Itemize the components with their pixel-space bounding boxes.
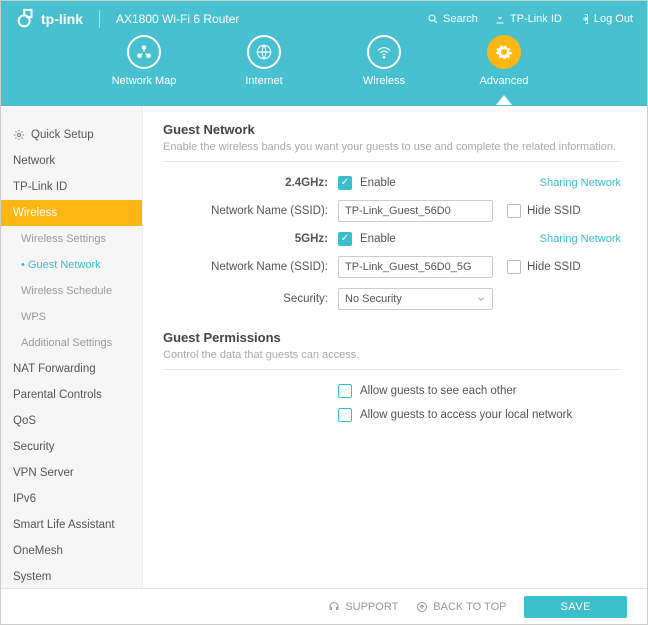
logout-label: Log Out xyxy=(594,13,633,25)
section-title-guest-network: Guest Network xyxy=(163,122,621,137)
select-security[interactable]: No Security xyxy=(338,288,493,310)
tab-advanced[interactable]: Advanced xyxy=(469,35,539,87)
sidebar: Quick Setup Network TP-Link ID Wireless … xyxy=(1,106,143,588)
sidebar-item-vpn[interactable]: VPN Server xyxy=(1,460,142,486)
checkbox-enable-5ghz[interactable] xyxy=(338,232,352,246)
sidebar-sub-wps[interactable]: WPS xyxy=(1,304,142,330)
tab-label: Internet xyxy=(245,75,282,87)
sidebar-label: Quick Setup xyxy=(31,129,94,141)
section-desc-permissions: Control the data that guests can access. xyxy=(163,349,621,370)
label-24ghz: 2.4GHz: xyxy=(163,177,338,189)
chevron-down-icon xyxy=(476,294,486,304)
enable-label: Enable xyxy=(360,177,396,189)
input-ssid-24ghz[interactable] xyxy=(338,200,493,222)
tab-network-map[interactable]: Network Map xyxy=(109,35,179,87)
support-link[interactable]: SUPPORT xyxy=(328,601,398,613)
arrow-up-icon xyxy=(416,601,428,613)
support-label: SUPPORT xyxy=(345,601,398,613)
label-access-local: Allow guests to access your local networ… xyxy=(360,409,572,421)
link-sharing-24ghz[interactable]: Sharing Network xyxy=(540,177,621,189)
sidebar-sub-wireless-schedule[interactable]: Wireless Schedule xyxy=(1,278,142,304)
model-name: AX1800 Wi-Fi 6 Router xyxy=(116,12,239,26)
header-top: tp-link AX1800 Wi-Fi 6 Router Search TP-… xyxy=(1,1,647,31)
brand: tp-link AX1800 Wi-Fi 6 Router xyxy=(15,8,239,30)
checkbox-hide-ssid-24ghz[interactable] xyxy=(507,204,521,218)
search-icon xyxy=(427,13,439,25)
sidebar-sub-additional[interactable]: Additional Settings xyxy=(1,330,142,356)
sidebar-item-nat[interactable]: NAT Forwarding xyxy=(1,356,142,382)
tplink-id-label: TP-Link ID xyxy=(510,13,562,25)
checkbox-see-each-other[interactable] xyxy=(338,384,352,398)
brand-logo: tp-link xyxy=(15,8,83,30)
section-title-permissions: Guest Permissions xyxy=(163,330,621,345)
label-5ghz: 5GHz: xyxy=(163,233,338,245)
enable-label-5: Enable xyxy=(360,233,396,245)
content: Guest Network Enable the wireless bands … xyxy=(143,106,647,588)
checkbox-enable-24ghz[interactable] xyxy=(338,176,352,190)
back-to-top-label: BACK TO TOP xyxy=(433,601,506,613)
gear-small-icon xyxy=(13,129,25,141)
tab-label: Network Map xyxy=(112,75,177,87)
checkbox-access-local[interactable] xyxy=(338,408,352,422)
input-ssid-5ghz[interactable] xyxy=(338,256,493,278)
sidebar-item-system[interactable]: System xyxy=(1,564,142,588)
brand-separator xyxy=(99,10,100,28)
row-24ghz: 2.4GHz: Enable Sharing Network xyxy=(163,176,621,190)
sidebar-item-security[interactable]: Security xyxy=(1,434,142,460)
body: Quick Setup Network TP-Link ID Wireless … xyxy=(1,106,647,588)
tab-wireless[interactable]: Wireless xyxy=(349,35,419,87)
back-to-top-link[interactable]: BACK TO TOP xyxy=(416,601,506,613)
logout-icon xyxy=(578,13,590,25)
sidebar-sub-guest-network[interactable]: Guest Network xyxy=(1,252,142,278)
sidebar-item-ipv6[interactable]: IPv6 xyxy=(1,486,142,512)
sidebar-item-parental[interactable]: Parental Controls xyxy=(1,382,142,408)
row-5ghz: 5GHz: Enable Sharing Network xyxy=(163,232,621,246)
download-icon xyxy=(494,13,506,25)
sidebar-item-quick-setup[interactable]: Quick Setup xyxy=(1,122,142,148)
label-see-each-other: Allow guests to see each other xyxy=(360,385,517,397)
search-button[interactable]: Search xyxy=(427,13,478,25)
search-label: Search xyxy=(443,13,478,25)
link-sharing-5ghz[interactable]: Sharing Network xyxy=(540,233,621,245)
header: tp-link AX1800 Wi-Fi 6 Router Search TP-… xyxy=(1,1,647,106)
sidebar-item-network[interactable]: Network xyxy=(1,148,142,174)
hide-ssid-label-5: Hide SSID xyxy=(527,261,581,273)
logout-button[interactable]: Log Out xyxy=(578,13,633,25)
sidebar-item-tplink-id[interactable]: TP-Link ID xyxy=(1,174,142,200)
tab-label: Wireless xyxy=(363,75,405,87)
save-button[interactable]: SAVE xyxy=(524,596,627,618)
checkbox-hide-ssid-5ghz[interactable] xyxy=(507,260,521,274)
section-desc-guest-network: Enable the wireless bands you want your … xyxy=(163,141,621,162)
sidebar-sub-wireless-settings[interactable]: Wireless Settings xyxy=(1,226,142,252)
gear-icon xyxy=(487,35,521,69)
tab-label: Advanced xyxy=(480,75,529,87)
hide-ssid-label: Hide SSID xyxy=(527,205,581,217)
sidebar-item-wireless[interactable]: Wireless xyxy=(1,200,142,226)
row-access-local: Allow guests to access your local networ… xyxy=(338,408,621,422)
network-map-icon xyxy=(127,35,161,69)
sidebar-item-onemesh[interactable]: OneMesh xyxy=(1,538,142,564)
label-ssid-24ghz: Network Name (SSID): xyxy=(163,205,338,217)
header-right: Search TP-Link ID Log Out xyxy=(427,13,633,25)
label-security: Security: xyxy=(163,293,338,305)
sidebar-item-qos[interactable]: QoS xyxy=(1,408,142,434)
wifi-icon xyxy=(367,35,401,69)
row-ssid-5ghz: Network Name (SSID): Hide SSID xyxy=(163,256,621,278)
tab-internet[interactable]: Internet xyxy=(229,35,299,87)
row-security: Security: No Security xyxy=(163,288,621,310)
tplink-id-button[interactable]: TP-Link ID xyxy=(494,13,562,25)
main-tabs: Network Map Internet Wireless Advanced xyxy=(1,35,647,87)
row-ssid-24ghz: Network Name (SSID): Hide SSID xyxy=(163,200,621,222)
headset-icon xyxy=(328,601,340,613)
brand-text: tp-link xyxy=(41,11,83,27)
sidebar-item-smart-life[interactable]: Smart Life Assistant xyxy=(1,512,142,538)
label-ssid-5ghz: Network Name (SSID): xyxy=(163,261,338,273)
globe-icon xyxy=(247,35,281,69)
row-see-each-other: Allow guests to see each other xyxy=(338,384,621,398)
select-security-value: No Security xyxy=(345,293,402,305)
footer: SUPPORT BACK TO TOP SAVE xyxy=(1,588,647,624)
